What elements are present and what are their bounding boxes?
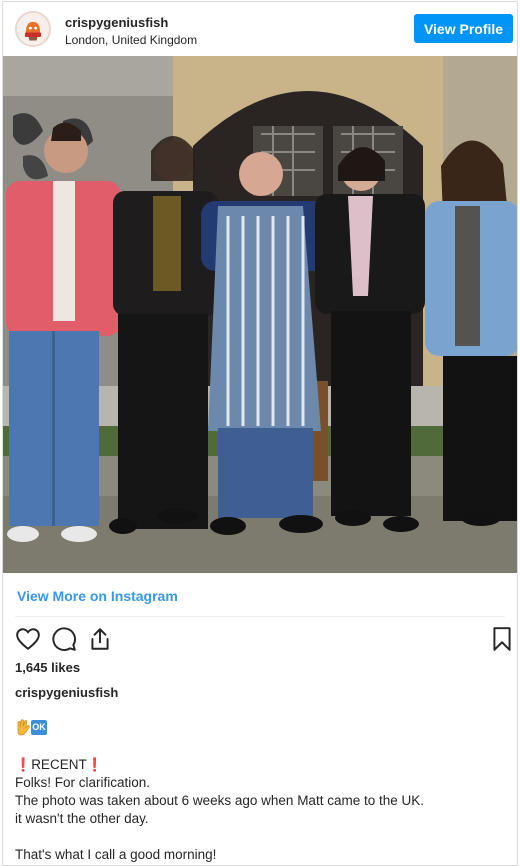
emoji-line: OK	[15, 718, 47, 736]
caption-line: Folks! For clarification.	[15, 775, 151, 790]
post-header: crispygeniusfish London, United Kingdom …	[3, 2, 517, 56]
share-icon[interactable]	[87, 626, 113, 652]
group-photo-image	[3, 56, 517, 573]
post-location[interactable]: London, United Kingdom	[65, 33, 197, 47]
avatar-logo-icon	[17, 13, 49, 45]
view-more-link[interactable]: View More on Instagram	[17, 588, 178, 604]
caption-gap	[15, 828, 510, 846]
red-exclamation-icon: ❗	[86, 757, 103, 772]
post-photo[interactable]	[3, 56, 517, 573]
caption-text: ❗RECENT❗ Folks! For clarification. The p…	[15, 756, 510, 864]
caption-line: That's what I call a good morning!	[15, 847, 217, 862]
hand-emoji-icon	[17, 718, 30, 735]
bookmark-icon[interactable]	[489, 626, 515, 652]
caption-username[interactable]: crispygeniusfish	[15, 685, 118, 700]
recent-label: RECENT	[31, 757, 87, 772]
caption-line: it wasn't the other day.	[15, 811, 149, 826]
caption-recent-line: ❗RECENT❗	[15, 756, 510, 774]
heart-icon[interactable]	[15, 626, 41, 652]
instagram-embed-card: crispygeniusfish London, United Kingdom …	[2, 1, 518, 866]
ok-emoji: OK	[31, 719, 47, 735]
caption-line: The photo was taken about 6 weeks ago wh…	[15, 793, 424, 808]
divider	[15, 616, 505, 617]
avatar[interactable]	[15, 11, 51, 47]
likes-count[interactable]: 1,645 likes	[15, 660, 80, 675]
view-profile-button[interactable]: View Profile	[414, 14, 513, 43]
red-exclamation-icon: ❗	[15, 757, 32, 772]
post-username[interactable]: crispygeniusfish	[65, 15, 168, 30]
comment-icon[interactable]	[51, 626, 77, 652]
